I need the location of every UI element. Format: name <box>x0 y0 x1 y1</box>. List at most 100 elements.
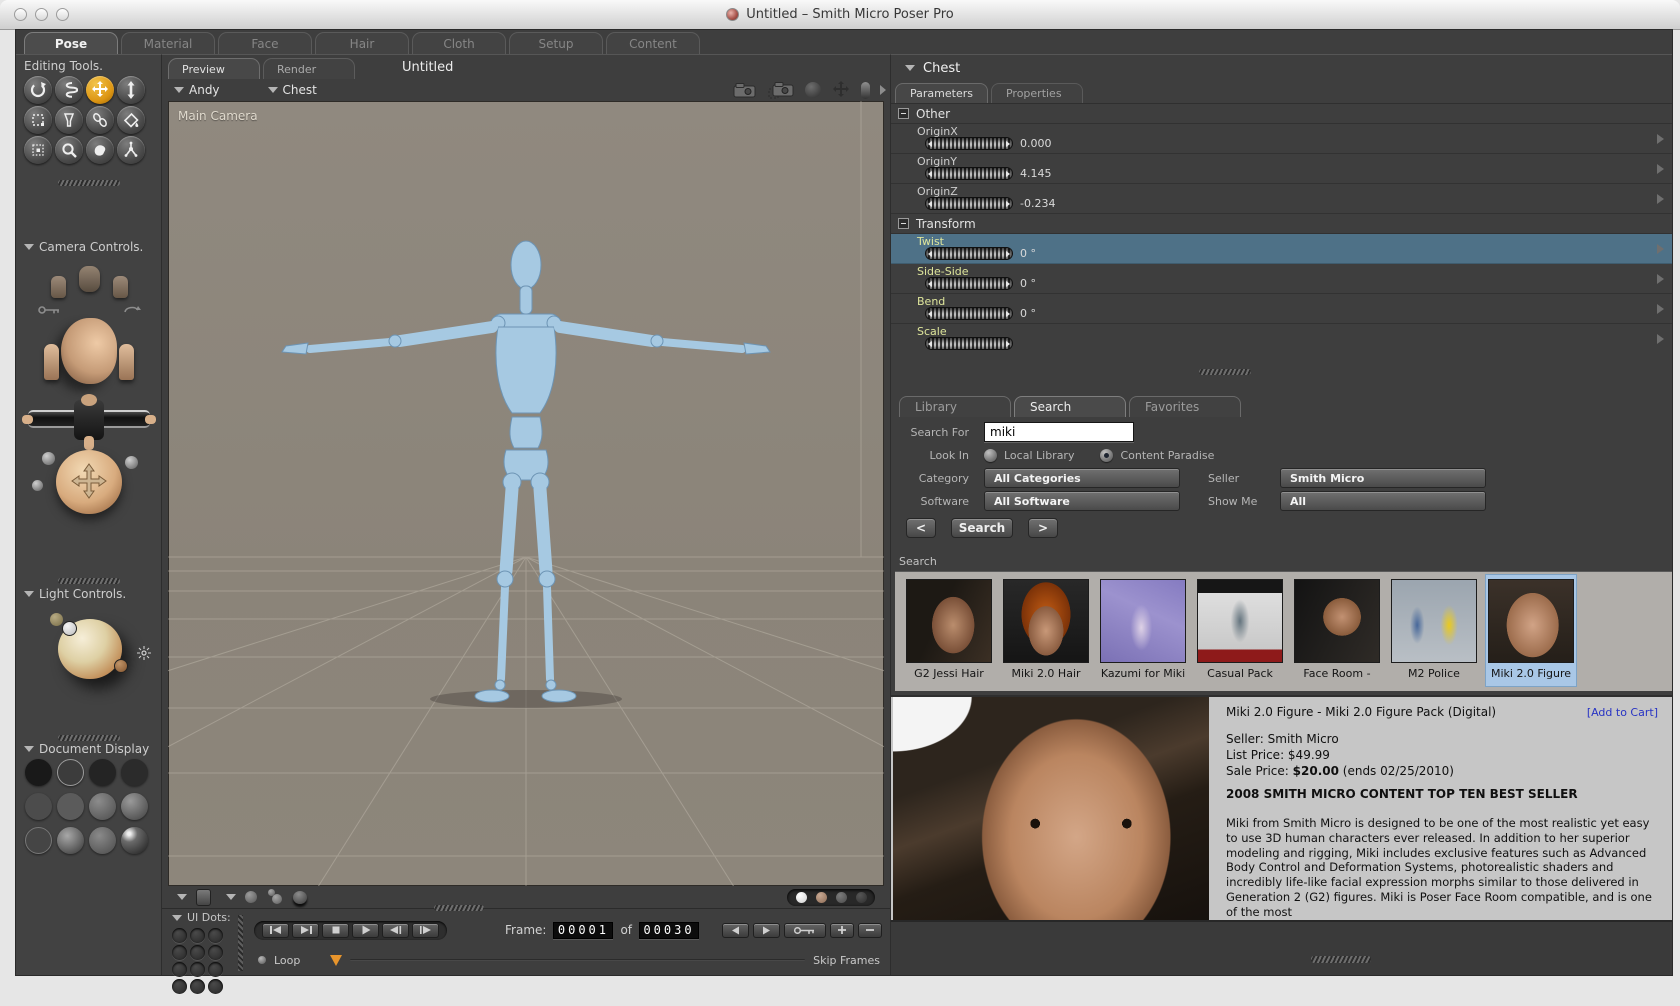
left-raised-hand-icon[interactable] <box>44 344 59 380</box>
camera-trackball-control[interactable] <box>16 450 162 522</box>
ui-dot[interactable] <box>172 928 187 943</box>
tab-render[interactable]: Render <box>263 58 355 79</box>
total-frames-field[interactable]: 00030 <box>639 921 700 939</box>
param-value[interactable]: 0 ° <box>1020 277 1036 290</box>
step-back-button[interactable] <box>382 922 409 938</box>
style-dot[interactable] <box>835 891 847 903</box>
tab-cloth[interactable]: Cloth <box>412 32 506 54</box>
chain-break-tool-icon[interactable] <box>86 106 114 134</box>
rotate-tool-icon[interactable] <box>24 76 52 104</box>
ui-dot[interactable] <box>190 928 205 943</box>
tab-properties[interactable]: Properties <box>990 83 1083 103</box>
right-pointing-hand-icon[interactable] <box>145 415 156 424</box>
tab-pose[interactable]: Pose <box>24 32 118 54</box>
create-light-icon[interactable] <box>136 645 152 665</box>
display-mode-hidden-line[interactable] <box>121 759 148 786</box>
panel-collapse-arrow-icon[interactable] <box>880 85 886 95</box>
ui-dot[interactable] <box>172 979 187 994</box>
result-thumbnail[interactable]: M2 Police <box>1389 579 1479 680</box>
display-mode-cartoon-with-line[interactable] <box>121 827 148 854</box>
thumbnail-image[interactable] <box>1100 579 1186 663</box>
tab-setup[interactable]: Setup <box>509 32 603 54</box>
thumbnail-image[interactable] <box>906 579 992 663</box>
previous-page-button[interactable]: < <box>906 518 936 538</box>
morphing-tool-icon[interactable] <box>24 136 52 164</box>
loop-indicator-icon[interactable] <box>258 956 266 964</box>
camera-move-y-control[interactable] <box>50 266 128 298</box>
disclosure-triangle-icon[interactable] <box>905 65 915 71</box>
display-mode-texture-shaded[interactable] <box>89 827 116 854</box>
param-dial[interactable] <box>925 337 1013 350</box>
trackball-icon[interactable] <box>56 450 122 514</box>
face-camera-head-icon[interactable] <box>61 318 117 384</box>
left-pointing-hand-icon[interactable] <box>22 415 33 424</box>
param-menu-arrow-icon[interactable] <box>1657 274 1664 284</box>
first-frame-button[interactable] <box>262 922 289 938</box>
param-dial[interactable] <box>925 197 1013 210</box>
stop-button[interactable] <box>322 922 349 938</box>
timeline-track[interactable] <box>350 959 806 961</box>
result-thumbnail[interactable]: Face Room - <box>1292 579 1382 680</box>
param-value[interactable]: 0 ° <box>1020 247 1036 260</box>
camera-orb-icon[interactable] <box>42 452 55 465</box>
tab-search[interactable]: Search <box>1014 396 1126 417</box>
radio-local-library-label[interactable]: Local Library <box>1004 449 1074 462</box>
camera-dolly-icon[interactable] <box>768 81 794 99</box>
display-mode-smooth-shaded[interactable] <box>25 827 52 854</box>
display-mode-outline[interactable] <box>57 759 84 786</box>
tracking-ball-icon[interactable] <box>245 891 257 903</box>
next-key-button[interactable] <box>753 922 780 938</box>
last-frame-button[interactable] <box>292 922 319 938</box>
result-thumbnail[interactable]: G2 Jessi Hair <box>904 579 994 680</box>
thumbnail-image[interactable] <box>1391 579 1477 663</box>
radio-content-paradise[interactable] <box>1100 448 1114 462</box>
tab-content[interactable]: Content <box>606 32 700 54</box>
translate-cross-icon[interactable] <box>832 81 850 99</box>
thumbnail-image[interactable] <box>1294 579 1380 663</box>
splitter-handle[interactable] <box>1311 956 1371 963</box>
param-menu-arrow-icon[interactable] <box>1657 194 1664 204</box>
rotation-trackball-icon[interactable] <box>805 82 821 98</box>
figure-selector[interactable]: Andy <box>174 83 220 97</box>
camera-icon[interactable] <box>733 82 757 98</box>
style-dot[interactable] <box>855 891 867 903</box>
tracking-menu-arrow-icon[interactable] <box>226 894 236 900</box>
tab-preview[interactable]: Preview <box>168 58 260 79</box>
step-forward-button[interactable] <box>412 922 439 938</box>
down-pointing-finger-icon[interactable] <box>84 436 94 450</box>
scale-pill-icon[interactable] <box>861 81 870 99</box>
display-mode-wireframe[interactable] <box>89 759 116 786</box>
current-frame-field[interactable]: 00001 <box>553 921 614 939</box>
color-tool-icon[interactable] <box>117 106 145 134</box>
tab-parameters[interactable]: Parameters <box>895 83 988 103</box>
multi-tracking-icon[interactable] <box>266 889 284 905</box>
search-button[interactable]: Search <box>951 518 1013 538</box>
param-dial[interactable] <box>925 277 1013 290</box>
flyaround-icon[interactable] <box>123 304 141 316</box>
disclosure-triangle-icon[interactable] <box>24 244 34 250</box>
add-keyframe-button[interactable] <box>830 922 854 938</box>
style-dot[interactable] <box>815 891 827 903</box>
ui-dot[interactable] <box>190 945 205 960</box>
ui-dot[interactable] <box>208 945 223 960</box>
collapse-box-icon[interactable] <box>898 108 909 119</box>
thumbnail-image[interactable] <box>1488 579 1574 663</box>
panel-separator[interactable] <box>16 734 162 742</box>
tab-library[interactable]: Library <box>899 396 1011 417</box>
param-menu-arrow-icon[interactable] <box>1657 164 1664 174</box>
view-pane-layout-icon[interactable] <box>196 888 211 906</box>
translate-pan-tool-icon[interactable] <box>86 76 114 104</box>
result-thumbnail[interactable]: Miki 2.0 Hair <box>1001 579 1091 680</box>
next-page-button[interactable]: > <box>1028 518 1058 538</box>
show-me-dropdown[interactable]: All <box>1280 491 1486 511</box>
tab-material[interactable]: Material <box>121 32 215 54</box>
param-dial[interactable] <box>925 137 1013 150</box>
param-dial[interactable] <box>925 307 1013 320</box>
param-menu-arrow-icon[interactable] <box>1657 244 1664 254</box>
grouping-tool-icon[interactable] <box>86 136 114 164</box>
splitter-handle[interactable] <box>1199 369 1251 375</box>
translate-in-out-tool-icon[interactable] <box>117 76 145 104</box>
right-raised-hand-icon[interactable] <box>119 344 134 380</box>
param-dial[interactable] <box>925 167 1013 180</box>
light-indicator[interactable] <box>114 659 128 673</box>
